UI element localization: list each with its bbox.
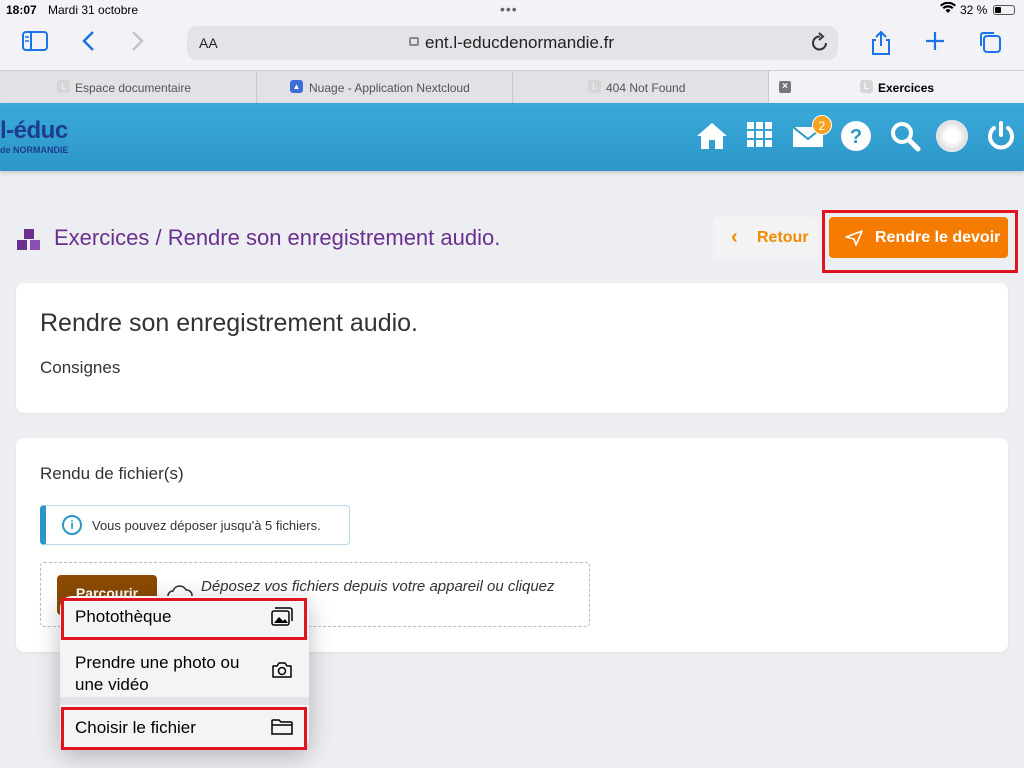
menu-item-label: Prendre une photo ou une vidéo <box>75 653 240 694</box>
new-tab-plus-icon[interactable] <box>924 30 946 57</box>
highlight-box <box>61 707 307 750</box>
svg-text:?: ? <box>850 126 862 148</box>
sidebar-icon[interactable] <box>22 30 48 57</box>
tab-favicon: ▲ <box>290 80 303 93</box>
tab-label: 404 Not Found <box>606 81 686 95</box>
reload-icon[interactable] <box>811 32 829 57</box>
assignment-card: Rendre son enregistrement audio. Consign… <box>16 283 1008 413</box>
menu-item-camera[interactable]: Prendre une photo ou une vidéo <box>60 639 309 705</box>
camera-icon <box>271 661 293 684</box>
url-text[interactable]: ent.l-educdenormandie.fr <box>425 33 614 53</box>
back-button[interactable]: ‹ Retour <box>713 217 819 259</box>
tab-favicon: L <box>860 80 873 93</box>
close-tab-icon[interactable]: × <box>779 81 791 93</box>
forward-arrow-icon[interactable] <box>130 30 146 57</box>
notification-badge: 2 <box>812 115 832 135</box>
tab-label: Espace documentaire <box>75 81 192 95</box>
browser-tab[interactable]: ▲ Nuage - Application Nextcloud <box>257 71 513 103</box>
battery-icon <box>993 5 1015 15</box>
address-bar[interactable]: AA ent.l-educdenormandie.fr <box>187 26 838 60</box>
browser-tab[interactable]: L 404 Not Found <box>513 71 769 103</box>
info-alert: i Vous pouvez déposer jusqu'à 5 fichiers… <box>40 505 350 545</box>
exercises-cubes-icon <box>16 228 46 257</box>
status-bar: 18:07 Mardi 31 octobre ••• 32 % <box>0 0 1024 20</box>
status-date: Mardi 31 octobre <box>48 3 139 17</box>
back-arrow-icon[interactable] <box>80 30 96 57</box>
dropzone-text: Déposez vos fichiers depuis votre appare… <box>201 578 555 595</box>
avatar[interactable] <box>936 120 968 152</box>
upload-heading: Rendu de fichier(s) <box>40 464 184 483</box>
status-time: 18:07 <box>6 3 37 17</box>
wifi-icon <box>940 1 956 17</box>
lock-icon <box>409 37 419 46</box>
site-header: l-éduc de NORMANDIE 2 ? <box>0 103 1024 171</box>
power-icon[interactable] <box>984 119 1018 153</box>
home-icon[interactable] <box>695 119 729 153</box>
search-icon[interactable] <box>888 119 922 153</box>
tab-favicon: L <box>588 80 601 93</box>
browser-tab[interactable]: L Espace documentaire <box>0 71 257 103</box>
back-button-label: Retour <box>757 229 809 246</box>
browser-tab-active[interactable]: × L Exercices <box>769 71 1024 103</box>
logo-text: l-éduc <box>0 117 68 144</box>
apps-grid-icon[interactable] <box>744 119 778 153</box>
tabs-overview-icon[interactable] <box>978 30 1002 59</box>
assignment-instructions: Consignes <box>40 358 121 377</box>
info-text: Vous pouvez déposer jusqu'à 5 fichiers. <box>92 518 321 533</box>
browser-toolbar: AA ent.l-educdenormandie.fr <box>0 20 1024 70</box>
multitask-dots[interactable]: ••• <box>500 1 518 17</box>
help-icon[interactable]: ? <box>839 119 873 153</box>
chevron-left-icon: ‹ <box>731 226 738 248</box>
logo-subtext: de NORMANDIE <box>0 145 69 155</box>
tab-favicon: L <box>57 80 70 93</box>
page-title: Exercices / Rendre son enregistrement au… <box>54 225 501 250</box>
site-logo[interactable]: l-éduc de NORMANDIE <box>0 117 69 155</box>
reader-aa-button[interactable]: AA <box>199 35 218 51</box>
highlight-box <box>61 598 307 640</box>
assignment-title: Rendre son enregistrement audio. <box>40 309 419 337</box>
share-icon[interactable] <box>870 30 892 61</box>
info-icon: i <box>62 515 82 535</box>
tab-label: Exercices <box>878 81 935 95</box>
tab-label: Nuage - Application Nextcloud <box>309 81 470 95</box>
highlight-box <box>822 210 1018 273</box>
battery-percent: 32 % <box>960 3 988 17</box>
browser-tab-bar: L Espace documentaire ▲ Nuage - Applicat… <box>0 70 1024 103</box>
